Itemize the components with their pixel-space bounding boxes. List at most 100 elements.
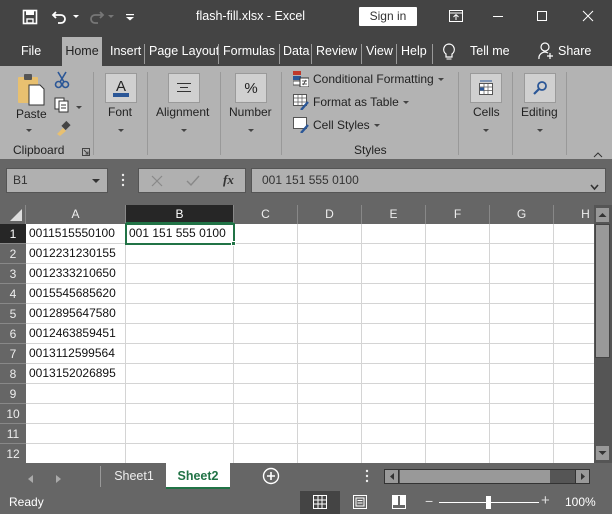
cell-a8[interactable]: 0013152026895 xyxy=(26,364,126,384)
column-header-d[interactable]: D xyxy=(298,205,362,224)
cell-f7[interactable] xyxy=(426,344,490,364)
horizontal-scrollbar[interactable] xyxy=(384,469,590,484)
enter-check-icon[interactable] xyxy=(186,175,200,190)
sheet-scroll-right-icon[interactable] xyxy=(56,472,62,486)
sheet-tab-sheet1[interactable]: Sheet1 xyxy=(102,463,166,489)
format-as-table-button[interactable]: Format as Table xyxy=(293,93,409,111)
vertical-scrollbar[interactable] xyxy=(594,205,612,463)
cell-d8[interactable] xyxy=(298,364,362,384)
vertical-scroll-thumb[interactable] xyxy=(595,224,610,358)
cell-g8[interactable] xyxy=(490,364,554,384)
cell-a1[interactable]: 0011515550100 xyxy=(26,224,126,244)
cell-b12[interactable] xyxy=(126,444,234,463)
page-break-view-icon[interactable] xyxy=(392,495,406,512)
minimize-icon[interactable] xyxy=(488,6,508,26)
font-icon[interactable]: A xyxy=(105,73,137,103)
cell-g9[interactable] xyxy=(490,384,554,404)
share-person-icon[interactable] xyxy=(538,42,554,63)
alignment-icon[interactable] xyxy=(168,73,200,103)
tab-file[interactable]: File xyxy=(18,37,44,66)
cell-f4[interactable] xyxy=(426,284,490,304)
cell-g10[interactable] xyxy=(490,404,554,424)
formula-input[interactable]: 001 151 555 0100 xyxy=(251,168,606,193)
cell-b10[interactable] xyxy=(126,404,234,424)
column-header-e[interactable]: E xyxy=(362,205,426,224)
cell-g5[interactable] xyxy=(490,304,554,324)
new-sheet-icon[interactable] xyxy=(262,467,280,488)
close-icon[interactable] xyxy=(578,6,598,26)
tab-view[interactable]: View xyxy=(363,37,396,66)
cell-a2[interactable]: 0012231230155 xyxy=(26,244,126,264)
row-header[interactable]: 3 xyxy=(0,264,26,284)
editing-group-button[interactable]: Editing xyxy=(521,105,558,119)
column-header-a[interactable]: A xyxy=(26,205,126,224)
column-header-b[interactable]: B xyxy=(126,205,234,224)
sheet-tab-sheet2[interactable]: Sheet2 xyxy=(166,463,230,489)
redo-dropdown-icon[interactable] xyxy=(107,8,115,26)
cell-h9[interactable] xyxy=(554,384,594,404)
cell-f10[interactable] xyxy=(426,404,490,424)
cell-f1[interactable] xyxy=(426,224,490,244)
row-header[interactable]: 5 xyxy=(0,304,26,324)
cell-g1[interactable] xyxy=(490,224,554,244)
ribbon-display-options-icon[interactable] xyxy=(446,6,466,26)
cell-a12[interactable] xyxy=(26,444,126,463)
tab-data[interactable]: Data xyxy=(280,37,312,66)
cell-d1[interactable] xyxy=(298,224,362,244)
font-dropdown-icon[interactable] xyxy=(118,129,124,132)
cell-g11[interactable] xyxy=(490,424,554,444)
cell-e5[interactable] xyxy=(362,304,426,324)
cell-e9[interactable] xyxy=(362,384,426,404)
cell-g2[interactable] xyxy=(490,244,554,264)
row-header[interactable]: 7 xyxy=(0,344,26,364)
tab-home[interactable]: Home xyxy=(62,37,102,66)
cell-a9[interactable] xyxy=(26,384,126,404)
cell-e3[interactable] xyxy=(362,264,426,284)
cell-e8[interactable] xyxy=(362,364,426,384)
cell-b2[interactable] xyxy=(126,244,234,264)
share-button[interactable]: Share xyxy=(555,37,594,66)
number-dropdown-icon[interactable] xyxy=(248,129,254,132)
format-painter-icon[interactable] xyxy=(55,120,71,139)
row-header[interactable]: 10 xyxy=(0,404,26,424)
editing-icon[interactable] xyxy=(524,73,556,103)
cell-d10[interactable] xyxy=(298,404,362,424)
scroll-down-button[interactable] xyxy=(595,445,610,461)
cell-g4[interactable] xyxy=(490,284,554,304)
cell-g3[interactable] xyxy=(490,264,554,284)
cell-b8[interactable] xyxy=(126,364,234,384)
row-header[interactable]: 8 xyxy=(0,364,26,384)
cell-b9[interactable] xyxy=(126,384,234,404)
zoom-in-button[interactable]: + xyxy=(541,492,550,509)
horizontal-scroll-thumb[interactable] xyxy=(400,470,550,483)
column-header-g[interactable]: G xyxy=(490,205,554,224)
cell-d12[interactable] xyxy=(298,444,362,463)
copy-dropdown-icon[interactable] xyxy=(76,106,82,109)
cell-a7[interactable]: 0013112599564 xyxy=(26,344,126,364)
cell-g7[interactable] xyxy=(490,344,554,364)
cell-b3[interactable] xyxy=(126,264,234,284)
cell-h1[interactable] xyxy=(554,224,594,244)
cell-a6[interactable]: 0012463859451 xyxy=(26,324,126,344)
cell-a5[interactable]: 0012895647580 xyxy=(26,304,126,324)
cell-f8[interactable] xyxy=(426,364,490,384)
cell-c4[interactable] xyxy=(234,284,298,304)
cell-c11[interactable] xyxy=(234,424,298,444)
clipboard-dialog-launcher-icon[interactable] xyxy=(82,145,90,159)
zoom-out-button[interactable]: − xyxy=(425,493,433,509)
column-header-h[interactable]: H xyxy=(554,205,594,224)
cell-a4[interactable]: 0015545685620 xyxy=(26,284,126,304)
conditional-formatting-button[interactable]: Conditional Formatting xyxy=(293,70,444,88)
row-header[interactable]: 2 xyxy=(0,244,26,264)
tab-page-layout[interactable]: Page Layout xyxy=(146,37,222,66)
tab-split-grip-icon[interactable] xyxy=(365,469,369,486)
cell-c3[interactable] xyxy=(234,264,298,284)
fill-handle[interactable] xyxy=(231,241,236,246)
lightbulb-icon[interactable] xyxy=(442,43,456,64)
cell-a10[interactable] xyxy=(26,404,126,424)
cell-d7[interactable] xyxy=(298,344,362,364)
column-header-c[interactable]: C xyxy=(234,205,298,224)
cell-d9[interactable] xyxy=(298,384,362,404)
cell-c1[interactable] xyxy=(234,224,298,244)
cut-icon[interactable] xyxy=(54,71,70,92)
